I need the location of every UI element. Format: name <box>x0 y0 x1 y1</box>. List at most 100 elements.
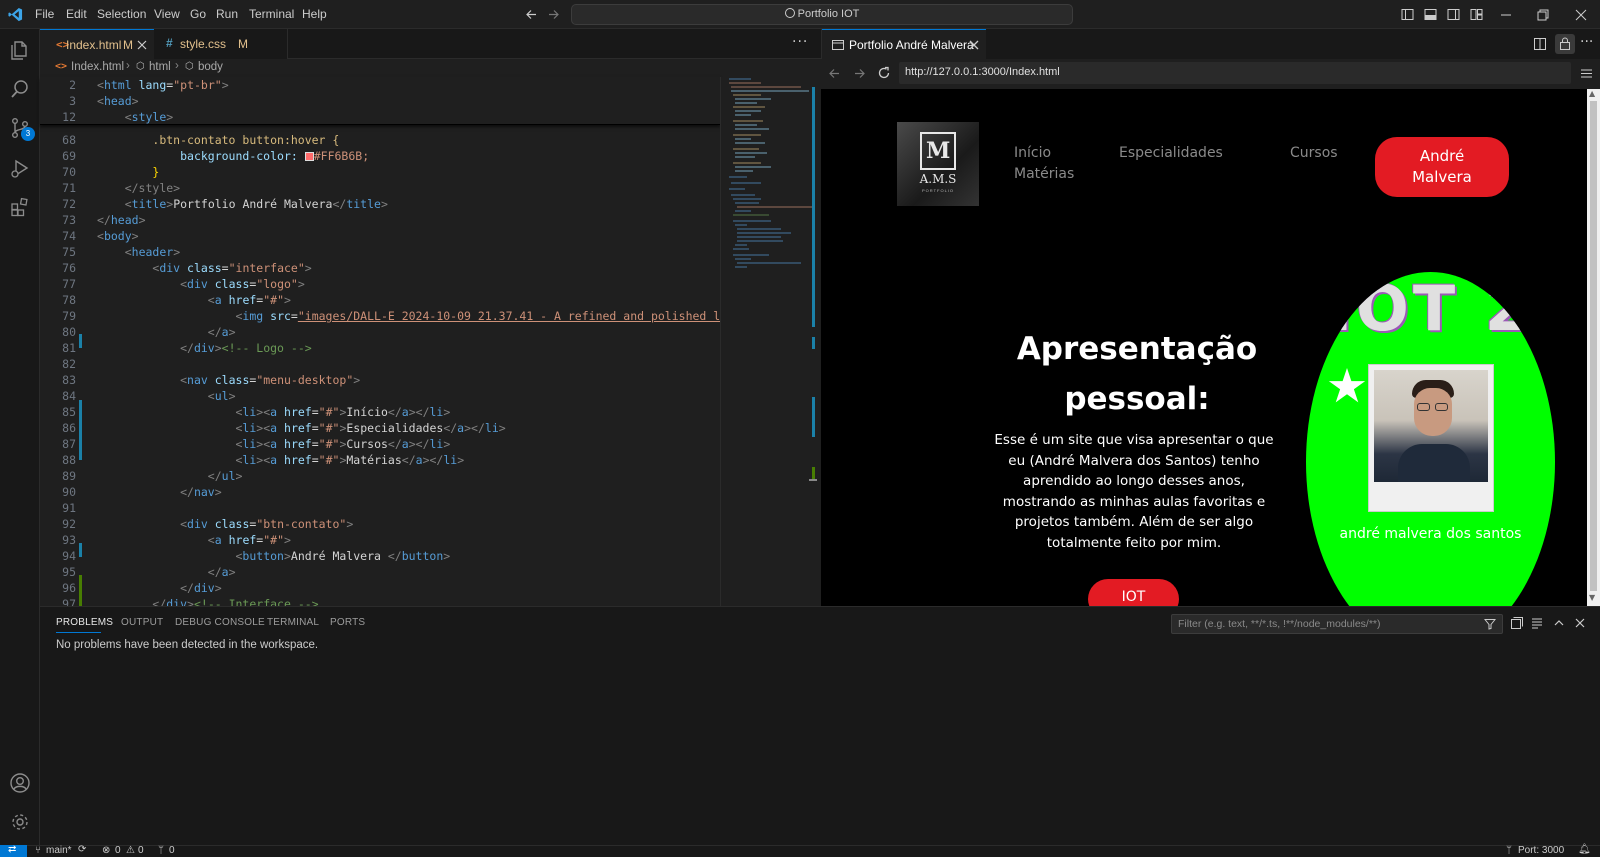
scrollbar-thumb[interactable] <box>1590 101 1597 591</box>
chevron-right-icon: › <box>175 60 179 72</box>
notifications-bell-icon[interactable]: 🔔︎ <box>1578 844 1591 855</box>
tab-debug-console[interactable]: DEBUG CONSOLE <box>175 617 265 628</box>
url-text: http://127.0.0.1:3000/Index.html <box>905 66 1060 78</box>
breadcrumb-body[interactable]: body <box>198 61 223 73</box>
reload-icon[interactable] <box>877 66 891 80</box>
profile-badge: IOT 2 andré malvera dos santos <box>1306 272 1555 606</box>
web-scrollbar[interactable]: ▲ ▼ <box>1587 89 1600 606</box>
forward-arrow-icon[interactable] <box>547 8 560 21</box>
nav-inicio[interactable]: Início <box>1014 145 1051 161</box>
menu-help[interactable]: Help <box>302 7 327 21</box>
minimap[interactable] <box>720 77 817 606</box>
sticky-line[interactable]: 3 <head> <box>40 93 720 109</box>
ports-count[interactable]: 0 <box>169 845 175 856</box>
menu-file[interactable]: File <box>35 7 54 21</box>
restore-icon[interactable] <box>1536 8 1550 22</box>
element-icon: ⬡ <box>185 61 194 72</box>
live-server-port[interactable]: Port: 3000 <box>1518 845 1564 856</box>
remote-indicator[interactable]: ⇄ <box>0 844 27 857</box>
explorer-icon[interactable] <box>9 39 31 61</box>
code-line: 73 </head> <box>62 213 146 227</box>
maximize-panel-icon[interactable] <box>1553 617 1565 629</box>
command-center[interactable]: Portfolio IOT <box>571 4 1073 25</box>
close-window-icon[interactable] <box>1574 8 1588 22</box>
menu-edit[interactable]: Edit <box>66 7 87 21</box>
breadcrumb-html[interactable]: html <box>149 61 171 73</box>
code-line: 89 </ul> <box>62 469 243 483</box>
sticky-line[interactable]: 2 <html lang="pt-br"> <box>40 77 720 93</box>
close-tab-icon[interactable] <box>137 40 147 50</box>
iot-button[interactable]: IOT <box>1088 579 1179 606</box>
customize-layout-icon[interactable] <box>1470 8 1483 21</box>
code-line: 94 <button>André Malvera </button> <box>62 549 451 563</box>
contact-button[interactable]: André Malvera <box>1375 137 1509 197</box>
more-actions-icon[interactable]: ··· <box>792 34 808 50</box>
minimize-icon[interactable] <box>1499 8 1513 22</box>
toggle-secondary-sidebar-icon[interactable] <box>1447 8 1460 21</box>
menu-terminal[interactable]: Terminal <box>249 7 294 21</box>
sync-icon[interactable]: ⟳ <box>78 844 86 855</box>
title-bar: File Edit Selection View Go Run Terminal… <box>0 0 1600 29</box>
branch-name[interactable]: main* <box>46 845 72 856</box>
nav-materias[interactable]: Matérias <box>1014 166 1074 182</box>
minimap-modified-marker <box>812 397 815 437</box>
logo-emblem: M <box>920 132 956 170</box>
code-line: 80 </a> <box>62 325 236 339</box>
nav-cursos[interactable]: Cursos <box>1290 145 1338 161</box>
site-logo[interactable]: M A.M.S PORTFOLIO <box>897 122 979 206</box>
problems-message: No problems have been detected in the wo… <box>56 639 319 651</box>
menu-run[interactable]: Run <box>216 7 238 21</box>
menu-view[interactable]: View <box>154 7 180 21</box>
menu-icon[interactable] <box>1580 67 1593 80</box>
color-swatch[interactable] <box>304 152 314 161</box>
url-input[interactable]: http://127.0.0.1:3000/Index.html <box>899 62 1571 84</box>
logo-text: A.M.S <box>919 172 957 186</box>
tab-browser-preview[interactable]: Portfolio André Malvera <box>822 29 986 59</box>
tab-terminal[interactable]: TERMINAL <box>267 617 319 628</box>
search-icon[interactable] <box>9 78 31 100</box>
toggle-panel-icon[interactable] <box>1424 8 1437 21</box>
star-icon <box>1328 368 1366 403</box>
settings-gear-icon[interactable] <box>9 811 31 833</box>
code-line: 79 <img src="images/DALL-E 2024-10-09 21… <box>62 309 720 323</box>
warning-count[interactable]: 0 <box>138 845 144 856</box>
branch-icon: ⑂ <box>35 845 41 856</box>
filter-icon[interactable] <box>1484 618 1496 630</box>
collapse-all-icon[interactable] <box>1511 617 1523 629</box>
lock-group-button[interactable] <box>1555 34 1575 54</box>
code-line: 92 <div class="btn-contato"> <box>62 517 354 531</box>
back-arrow-icon[interactable] <box>525 8 538 21</box>
scroll-up-arrow-icon[interactable]: ▲ <box>1589 89 1595 98</box>
toggle-primary-sidebar-icon[interactable] <box>1401 8 1414 21</box>
more-actions-icon[interactable]: ··· <box>1580 34 1593 50</box>
code-line: 86 <li><a href="#">Especialidades</a></l… <box>62 421 506 435</box>
close-tab-icon[interactable] <box>969 40 979 50</box>
view-as-list-icon[interactable] <box>1531 617 1543 629</box>
browser-forward-icon[interactable] <box>853 67 866 80</box>
error-count[interactable]: 0 <box>115 845 121 856</box>
account-icon[interactable] <box>9 772 31 794</box>
tab-output[interactable]: OUTPUT <box>121 617 163 628</box>
tab-style-css[interactable]: # style.css M <box>154 29 288 59</box>
code-view[interactable]: 68 .btn-contato button:hover { 69 backgr… <box>0 132 720 606</box>
breadcrumb-file[interactable]: Index.html <box>71 61 124 73</box>
browser-back-icon[interactable] <box>828 67 841 80</box>
breadcrumb: <> Index.html › ⬡ html › ⬡ body <box>40 59 821 77</box>
tab-problems[interactable]: PROBLEMS <box>56 617 113 628</box>
split-editor-icon[interactable] <box>1534 38 1546 50</box>
code-line: 72 <title>Portfolio André Malvera</title… <box>62 197 388 211</box>
problems-filter-input[interactable]: Filter (e.g. text, **/*.ts, !**/node_mod… <box>1171 614 1503 634</box>
menu-go[interactable]: Go <box>190 7 206 21</box>
profile-photo <box>1374 370 1488 482</box>
browser-tab-bar: Portfolio André Malvera ··· <box>821 29 1600 59</box>
scroll-down-arrow-icon[interactable]: ▼ <box>1589 593 1595 602</box>
close-panel-icon[interactable] <box>1574 617 1586 629</box>
sticky-line[interactable]: 12 <style> <box>40 109 720 125</box>
hero-paragraph: Esse é um site que visa apresentar o que… <box>994 432 1274 551</box>
tab-ports[interactable]: PORTS <box>330 617 365 628</box>
code-line: 88 <li><a href="#">Matérias</a></li> <box>62 453 465 467</box>
tab-index-html[interactable]: <> Index.html M <box>40 29 154 59</box>
menu-selection[interactable]: Selection <box>97 7 146 21</box>
nav-especialidades[interactable]: Especialidades <box>1119 145 1223 161</box>
gutter-modified-marker <box>79 543 82 557</box>
